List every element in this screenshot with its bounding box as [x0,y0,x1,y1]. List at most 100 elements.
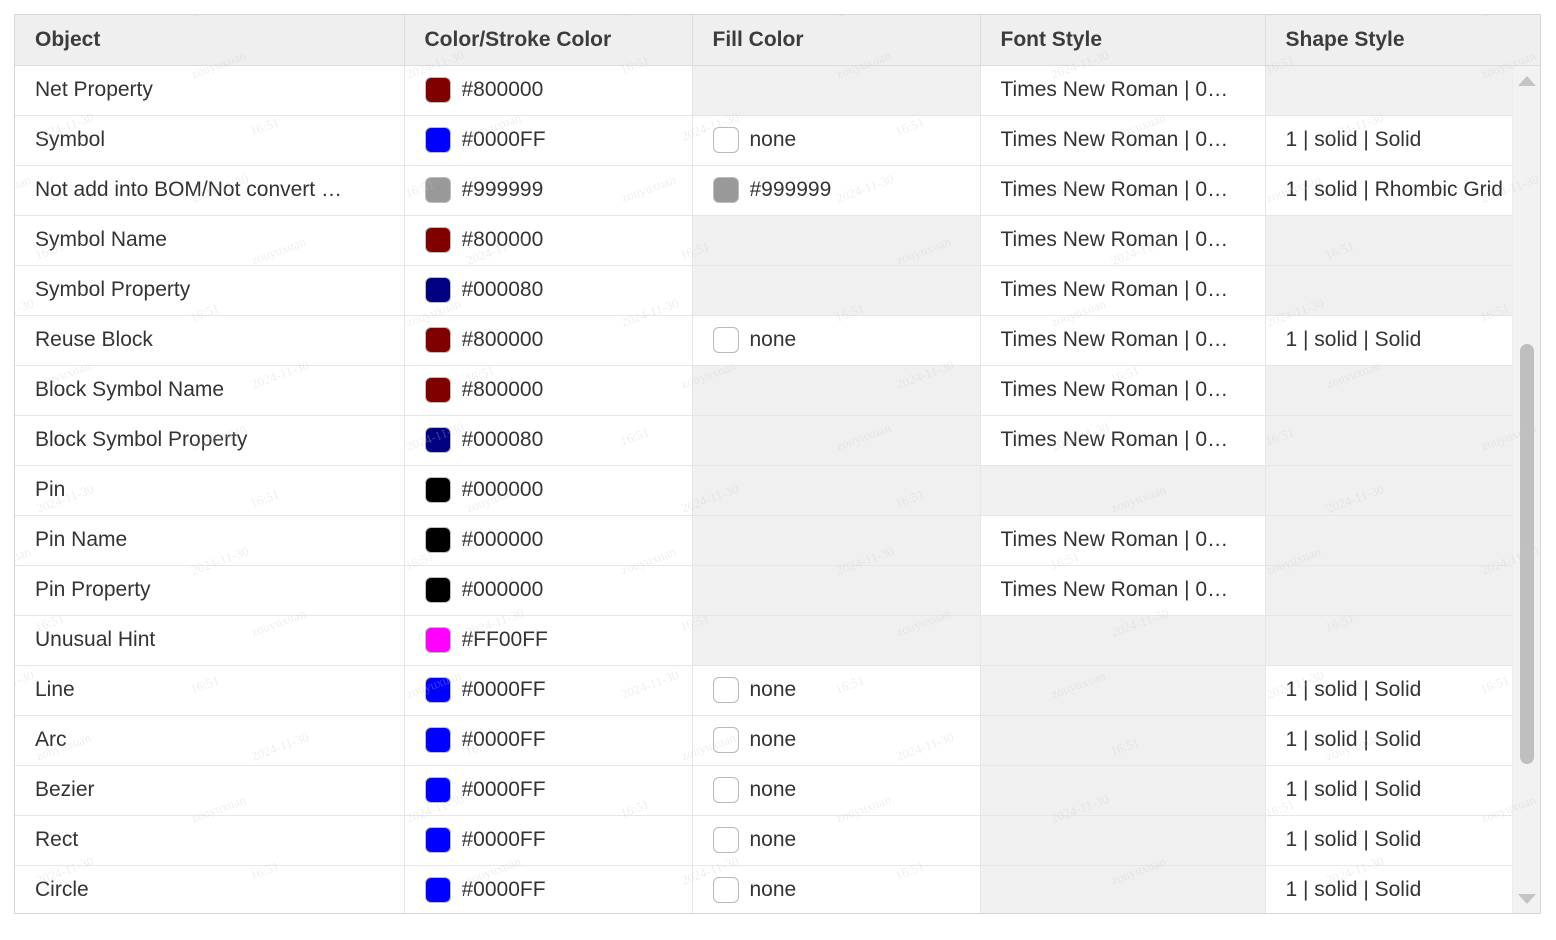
table-row[interactable]: Symbol Property#000080 Times New Roman | … [15,265,1540,315]
color-swatch-icon[interactable] [713,177,739,203]
cell-stroke-color[interactable]: #FF00FF [404,615,692,665]
cell-stroke-color[interactable]: #000080 [404,415,692,465]
cell-fill-color[interactable]: none [692,715,980,765]
column-header-fill-color[interactable]: Fill Color [692,15,980,65]
cell-object-name[interactable]: Arc [15,715,404,765]
color-swatch-icon[interactable] [425,277,451,303]
cell-shape-style[interactable]: 1 | solid | Solid [1265,865,1540,914]
cell-object-name[interactable]: Pin Name [15,515,404,565]
table-row[interactable]: Symbol Name#800000 Times New Roman | 0… [15,215,1540,265]
cell-object-name[interactable]: Pin Property [15,565,404,615]
table-row[interactable]: Not add into BOM/Not convert …#999999#99… [15,165,1540,215]
cell-stroke-color[interactable]: #0000FF [404,865,692,914]
cell-object-name[interactable]: Line [15,665,404,715]
color-swatch-icon[interactable] [713,727,739,753]
cell-shape-style[interactable]: 1 | solid | Solid [1265,665,1540,715]
color-swatch-icon[interactable] [425,477,451,503]
scrollbar-thumb[interactable] [1520,344,1534,764]
color-swatch-icon[interactable] [425,327,451,353]
cell-stroke-color[interactable]: #000000 [404,565,692,615]
color-swatch-icon[interactable] [425,177,451,203]
color-swatch-icon[interactable] [425,427,451,453]
color-swatch-icon[interactable] [713,777,739,803]
cell-font-style[interactable]: Times New Roman | 0… [980,115,1265,165]
table-row[interactable]: Rect#0000FFnone 1 | solid | Solid [15,815,1540,865]
cell-font-style[interactable]: Times New Roman | 0… [980,315,1265,365]
color-swatch-icon[interactable] [425,877,451,903]
cell-fill-color[interactable]: none [692,665,980,715]
cell-font-style[interactable]: Times New Roman | 0… [980,65,1265,115]
table-row[interactable]: Unusual Hint#FF00FF [15,615,1540,665]
table-row[interactable]: Arc#0000FFnone 1 | solid | Solid [15,715,1540,765]
cell-object-name[interactable]: Not add into BOM/Not convert … [15,165,404,215]
cell-stroke-color[interactable]: #000080 [404,265,692,315]
cell-fill-color[interactable]: none [692,815,980,865]
cell-shape-style[interactable]: 1 | solid | Rhombic Grid [1265,165,1540,215]
cell-stroke-color[interactable]: #0000FF [404,115,692,165]
cell-fill-color[interactable]: none [692,315,980,365]
cell-stroke-color[interactable]: #0000FF [404,665,692,715]
table-row[interactable]: Block Symbol Property#000080Times New Ro… [15,415,1540,465]
cell-object-name[interactable]: Reuse Block [15,315,404,365]
column-header-shape-style[interactable]: Shape Style [1265,15,1540,65]
color-swatch-icon[interactable] [425,577,451,603]
cell-object-name[interactable]: Unusual Hint [15,615,404,665]
cell-object-name[interactable]: Symbol [15,115,404,165]
table-row[interactable]: Pin#000000 [15,465,1540,515]
cell-fill-color[interactable]: none [692,115,980,165]
table-row[interactable]: Pin Name#000000Times New Roman | 0… [15,515,1540,565]
color-swatch-icon[interactable] [425,727,451,753]
color-swatch-icon[interactable] [713,127,739,153]
table-row[interactable]: Pin Property#000000 Times New Roman | 0… [15,565,1540,615]
color-swatch-icon[interactable] [425,77,451,103]
cell-shape-style[interactable]: 1 | solid | Solid [1265,315,1540,365]
cell-object-name[interactable]: Symbol Property [15,265,404,315]
table-row[interactable]: Net Property#800000 Times New Roman | 0… [15,65,1540,115]
table-row[interactable]: Circle#0000FFnone1 | solid | Solid [15,865,1540,914]
color-swatch-icon[interactable] [713,827,739,853]
cell-stroke-color[interactable]: #0000FF [404,715,692,765]
cell-stroke-color[interactable]: #0000FF [404,815,692,865]
color-swatch-icon[interactable] [425,377,451,403]
cell-stroke-color[interactable]: #800000 [404,215,692,265]
scroll-down-button[interactable] [1513,888,1541,910]
cell-font-style[interactable]: Times New Roman | 0… [980,215,1265,265]
column-header-object[interactable]: Object [15,15,404,65]
color-swatch-icon[interactable] [425,627,451,653]
cell-stroke-color[interactable]: #800000 [404,315,692,365]
column-header-stroke-color[interactable]: Color/Stroke Color [404,15,692,65]
cell-font-style[interactable]: Times New Roman | 0… [980,265,1265,315]
color-swatch-icon[interactable] [425,527,451,553]
cell-font-style[interactable]: Times New Roman | 0… [980,565,1265,615]
cell-font-style[interactable]: Times New Roman | 0… [980,515,1265,565]
cell-fill-color[interactable]: none [692,865,980,914]
cell-shape-style[interactable]: 1 | solid | Solid [1265,115,1540,165]
cell-font-style[interactable]: Times New Roman | 0… [980,415,1265,465]
cell-object-name[interactable]: Symbol Name [15,215,404,265]
cell-shape-style[interactable]: 1 | solid | Solid [1265,765,1540,815]
vertical-scrollbar[interactable] [1512,66,1540,914]
cell-font-style[interactable]: Times New Roman | 0… [980,165,1265,215]
table-row[interactable]: Reuse Block#800000noneTimes New Roman | … [15,315,1540,365]
color-swatch-icon[interactable] [425,227,451,253]
cell-stroke-color[interactable]: #800000 [404,65,692,115]
cell-stroke-color[interactable]: #999999 [404,165,692,215]
scroll-up-button[interactable] [1513,70,1541,92]
cell-stroke-color[interactable]: #0000FF [404,765,692,815]
color-swatch-icon[interactable] [713,327,739,353]
cell-fill-color[interactable]: none [692,765,980,815]
table-row[interactable]: Bezier#0000FFnone1 | solid | Solid [15,765,1540,815]
column-header-font-style[interactable]: Font Style [980,15,1265,65]
cell-object-name[interactable]: Rect [15,815,404,865]
color-swatch-icon[interactable] [713,877,739,903]
cell-shape-style[interactable]: 1 | solid | Solid [1265,715,1540,765]
cell-object-name[interactable]: Block Symbol Name [15,365,404,415]
cell-shape-style[interactable]: 1 | solid | Solid [1265,815,1540,865]
cell-stroke-color[interactable]: #800000 [404,365,692,415]
cell-fill-color[interactable]: #999999 [692,165,980,215]
table-row[interactable]: Symbol#0000FFnoneTimes New Roman | 0…1 |… [15,115,1540,165]
cell-object-name[interactable]: Net Property [15,65,404,115]
color-swatch-icon[interactable] [425,777,451,803]
table-row[interactable]: Line#0000FFnone 1 | solid | Solid [15,665,1540,715]
color-swatch-icon[interactable] [425,127,451,153]
